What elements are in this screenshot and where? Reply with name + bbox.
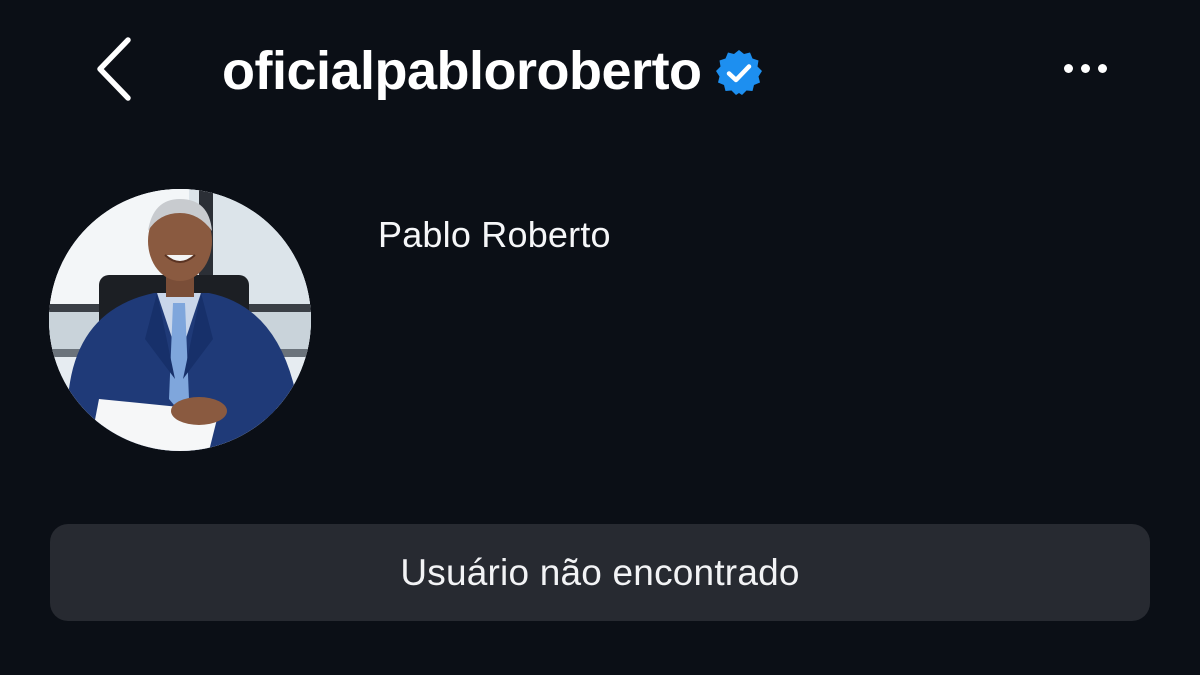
- chevron-left-icon: [97, 37, 131, 101]
- status-label: Usuário não encontrado: [400, 551, 800, 593]
- username: oficialpabloroberto: [222, 41, 702, 101]
- verified-badge-icon: [714, 48, 764, 98]
- user-not-found-button[interactable]: Usuário não encontrado: [50, 524, 1150, 621]
- display-name: Pablo Roberto: [378, 214, 611, 255]
- more-options-button[interactable]: [1052, 48, 1118, 88]
- more-horizontal-icon: [1063, 63, 1073, 73]
- more-dot: [1080, 63, 1090, 73]
- profile-header: oficialpabloroberto: [0, 0, 1200, 140]
- back-button[interactable]: [88, 34, 144, 104]
- avatar[interactable]: [49, 189, 311, 451]
- more-dot: [1097, 63, 1107, 73]
- username-container: oficialpabloroberto: [222, 36, 764, 106]
- profile-photo: [49, 189, 311, 451]
